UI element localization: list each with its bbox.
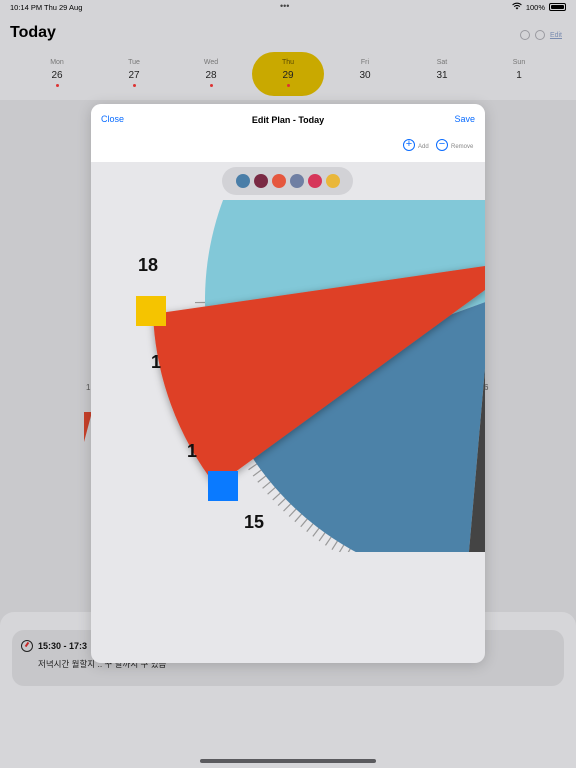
modal-header: Close Edit Plan - Today Save + Add − Rem…	[91, 104, 485, 162]
color-swatch[interactable]	[325, 174, 340, 188]
clock-tick	[300, 517, 309, 528]
day-date: 27	[128, 70, 140, 81]
day-sun[interactable]: Sun 1	[483, 52, 555, 96]
save-button[interactable]: Save	[454, 114, 475, 124]
clock-tick	[306, 522, 315, 533]
color-swatch[interactable]	[307, 174, 322, 188]
day-thu[interactable]: Thu 29	[252, 52, 324, 96]
clock-tick	[252, 469, 263, 477]
battery-percent: 100%	[525, 2, 545, 12]
day-name: Wed	[203, 59, 219, 66]
header-actions: Edit	[519, 30, 562, 40]
clock-tick	[257, 474, 267, 483]
minus-circle-icon: −	[436, 139, 448, 151]
day-name: Tue	[128, 59, 140, 66]
day-date: 31	[436, 70, 448, 81]
clock-tick	[283, 502, 292, 512]
day-date: 1	[516, 70, 522, 81]
event-dot	[286, 84, 290, 87]
background-clock-label: 1	[86, 383, 91, 392]
remove-label: Remove	[451, 144, 474, 150]
add-label: Add	[418, 144, 429, 150]
clock-tick	[248, 462, 258, 471]
day-mon[interactable]: Mon 26	[21, 52, 93, 96]
hour-label-18: 18	[138, 255, 158, 275]
clock-tick	[312, 527, 320, 537]
day-wed[interactable]: Wed 28	[175, 52, 247, 96]
edit-link[interactable]: Edit	[550, 32, 562, 39]
event-dot	[209, 84, 213, 87]
status-date: Thu 29 Aug	[44, 3, 83, 12]
battery-icon	[549, 3, 566, 11]
color-swatch[interactable]	[289, 174, 304, 188]
day-name: Sat	[436, 59, 448, 66]
hour-label-17: 1	[151, 352, 161, 372]
color-swatch[interactable]	[253, 174, 268, 188]
modal-title: Edit Plan - Today	[251, 115, 325, 125]
page-title: Today	[10, 24, 56, 41]
multitasking-dots-icon[interactable]: •••	[280, 1, 289, 11]
edit-plan-modal: Close Edit Plan - Today Save + Add − Rem…	[91, 104, 485, 663]
remove-button[interactable]: − Remove	[436, 139, 473, 151]
event-dot	[132, 84, 136, 87]
clock-tick	[294, 513, 303, 523]
clock-tick	[318, 531, 326, 542]
clock-tick	[262, 480, 272, 489]
event-dot	[55, 84, 59, 87]
add-button[interactable]: + Add	[403, 139, 429, 151]
day-date: 29	[282, 70, 294, 81]
hour-label-16: 1	[187, 441, 197, 461]
color-palette	[222, 167, 353, 195]
clock-tick	[288, 508, 298, 517]
day-name: Mon	[50, 59, 64, 66]
day-fri[interactable]: Fri 30	[329, 52, 401, 96]
play-circle-icon[interactable]	[519, 30, 530, 40]
status-right: 100%	[512, 2, 566, 12]
color-swatch[interactable]	[271, 174, 286, 188]
day-sat[interactable]: Sat 31	[406, 52, 478, 96]
clock-face[interactable]: 18 1 1 15	[91, 200, 485, 552]
day-date: 28	[205, 70, 217, 81]
hour-label-15: 15	[244, 512, 264, 532]
color-swatch[interactable]	[235, 174, 250, 188]
start-time-handle[interactable]	[136, 296, 166, 326]
plan-time: 15:30 - 17:3	[38, 641, 88, 651]
wifi-icon	[512, 2, 522, 12]
clock-tick	[272, 492, 282, 501]
clock-tick	[277, 497, 287, 507]
week-strip: Mon 26 Tue 27 Wed 28 Thu 29 Fri 30 Sat 31 Sun 1	[18, 52, 558, 98]
clock-tick	[338, 543, 345, 552]
day-name: Fri	[360, 59, 370, 66]
end-time-handle[interactable]	[208, 471, 238, 501]
day-name: Thu	[281, 59, 295, 66]
clock-tick	[324, 535, 333, 546]
clock-editor[interactable]: 18 1 1 15	[91, 200, 485, 552]
clock-icon[interactable]	[534, 30, 545, 40]
day-name: Sun	[512, 59, 526, 66]
day-date: 26	[51, 70, 63, 81]
clock-icon	[21, 640, 33, 652]
clock-tick	[267, 486, 277, 495]
clock-tick	[331, 540, 339, 550]
status-bar: 10:14 PM Thu 29 Aug ••• 100%	[0, 0, 576, 16]
day-date: 30	[359, 70, 371, 81]
day-tue[interactable]: Tue 27	[98, 52, 170, 96]
plus-circle-icon: +	[403, 139, 415, 151]
home-indicator	[200, 759, 376, 763]
status-time: 10:14 PM	[10, 3, 43, 12]
